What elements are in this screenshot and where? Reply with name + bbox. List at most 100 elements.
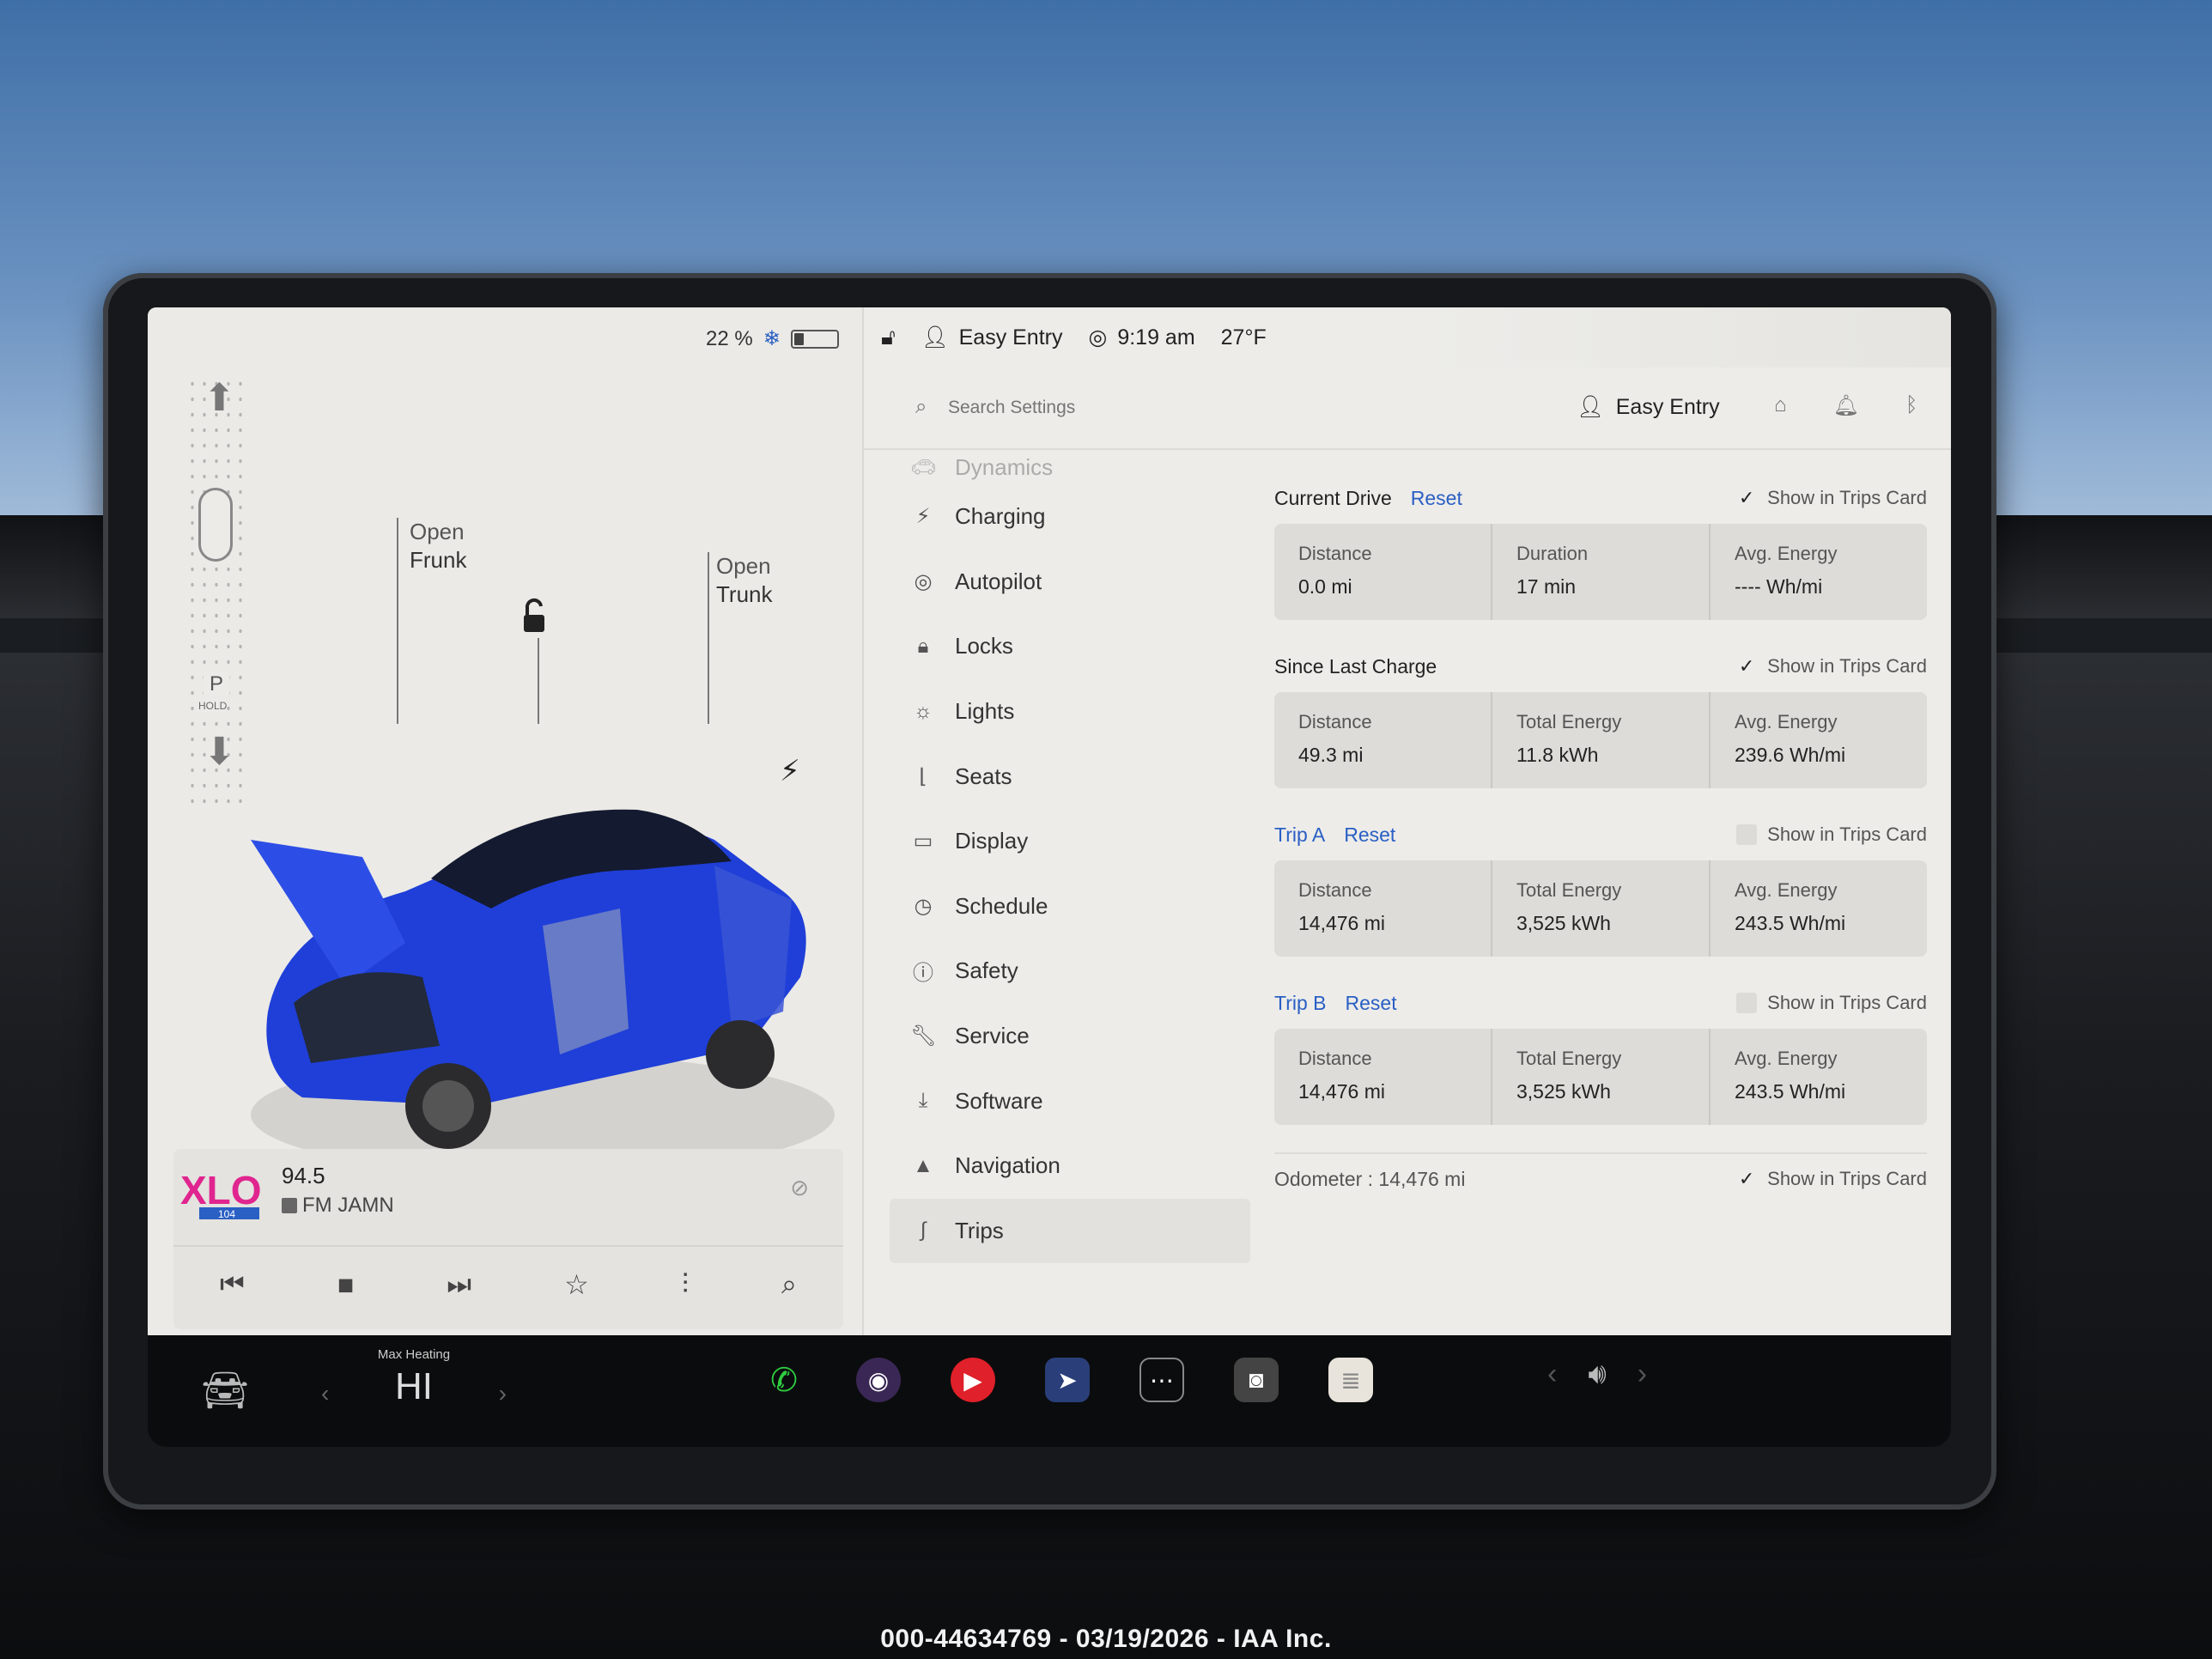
- menu-item-label: Charging: [955, 503, 1046, 530]
- seat-icon: ⌊: [919, 764, 927, 788]
- hold-label: HOLD: [198, 700, 228, 712]
- alert-icon: ⓘ: [913, 962, 933, 986]
- reset-button[interactable]: Reset: [1344, 823, 1395, 847]
- garage-icon[interactable]: ⌂: [1774, 393, 1787, 418]
- odometer-row: Odometer : 14,476 mi ✓ Show in Trips Card: [1274, 1152, 1927, 1204]
- dashcam-icon[interactable]: ◙: [1234, 1358, 1279, 1402]
- show-in-trips-card-toggle[interactable]: Show in Trips Card: [1736, 992, 1927, 1014]
- notes-icon[interactable]: ≣: [1328, 1358, 1373, 1402]
- navigation-app-icon[interactable]: ➤: [1045, 1358, 1090, 1402]
- search-settings-input[interactable]: [914, 388, 1343, 428]
- checkbox-icon[interactable]: [1736, 824, 1758, 845]
- show-in-trips-card-toggle[interactable]: ✓ Show in Trips Card: [1736, 1168, 1927, 1190]
- stat-cell: Avg. Energy 243.5 Wh/mi: [1711, 1029, 1927, 1125]
- climate-down-icon[interactable]: ‹: [321, 1380, 329, 1407]
- speaker-icon[interactable]: 🔊︎: [1588, 1358, 1606, 1391]
- open-frunk-button[interactable]: Open Frunk: [410, 518, 466, 574]
- section-title: Since Last Charge: [1274, 654, 1437, 678]
- climate-control[interactable]: Max Heating HI ‹ ›: [321, 1347, 507, 1408]
- menu-item-label: Service: [955, 1023, 1030, 1049]
- menu-item-trips[interactable]: ∫ Trips: [890, 1198, 1250, 1264]
- arrow-icon: ▲: [913, 1153, 933, 1177]
- stat-label: Duration: [1516, 543, 1589, 564]
- unlock-icon[interactable]: [517, 598, 551, 635]
- stat-label: Avg. Energy: [1735, 879, 1838, 901]
- checkbox-icon[interactable]: [1736, 993, 1758, 1013]
- battery-percent: 22 %: [706, 326, 753, 350]
- gear-up-arrow-icon[interactable]: ⬆: [204, 376, 235, 420]
- open-trunk-button[interactable]: Open Trunk: [716, 552, 773, 608]
- more-apps-icon[interactable]: ⋯: [1139, 1358, 1184, 1402]
- prev-icon[interactable]: ⏮: [220, 1268, 245, 1301]
- person-icon: 👤︎: [1577, 395, 1604, 419]
- stat-value: 0.0 mi: [1298, 575, 1352, 598]
- trip-stats-card: Distance 0.0 mi Duration 17 min Avg. Energy -…: [1274, 524, 1927, 620]
- unlock-status-icon[interactable]: 🔓︎: [881, 324, 896, 351]
- climate-up-icon[interactable]: ›: [499, 1380, 507, 1407]
- stat-value: 239.6 Wh/mi: [1735, 744, 1846, 766]
- menu-item-autopilot[interactable]: ◎ Autopilot: [890, 550, 1250, 615]
- reset-button[interactable]: Reset: [1346, 992, 1397, 1015]
- volume-up-icon[interactable]: ›: [1638, 1358, 1647, 1391]
- stat-label: Distance: [1298, 879, 1372, 901]
- next-icon[interactable]: ⏭: [447, 1268, 471, 1301]
- search-icon[interactable]: ⌕: [781, 1268, 797, 1301]
- car-panel: 22 % ❄ ⬆ P HOLD ⬇ Open Frunk Open Trunk …: [148, 307, 862, 1342]
- phone-icon[interactable]: ✆: [762, 1358, 806, 1402]
- menu-item-charging[interactable]: ⚡︎ Charging: [890, 484, 1250, 550]
- menu-item-schedule[interactable]: ◷ Schedule: [890, 874, 1250, 939]
- watermark: 000-44634769 - 03/19/2026 - IAA Inc.: [880, 1625, 1332, 1653]
- wrench-icon: 🔧︎: [910, 1024, 937, 1048]
- media-player-icon[interactable]: ▶: [951, 1358, 995, 1402]
- menu-item-locks[interactable]: 🔒︎ Locks: [890, 614, 1250, 679]
- bell-icon[interactable]: 🔔︎: [1833, 393, 1859, 418]
- menu-item-label: Autopilot: [955, 568, 1042, 594]
- menu-item-seats[interactable]: ⌊ Seats: [890, 744, 1250, 809]
- car-3d-model[interactable]: [234, 702, 852, 1200]
- show-in-trips-card-toggle[interactable]: ✓ Show in Trips Card: [1736, 487, 1927, 509]
- stat-label: Avg. Energy: [1735, 711, 1838, 732]
- bluetooth-icon[interactable]: ᛒ: [1905, 393, 1917, 418]
- menu-item-service[interactable]: 🔧︎ Service: [890, 1004, 1250, 1069]
- stat-cell: Total Energy 3,525 kWh: [1492, 1029, 1711, 1125]
- menu-item-safety[interactable]: ⓘ Safety: [890, 939, 1250, 1004]
- equalizer-icon[interactable]: ⫶: [682, 1268, 689, 1301]
- menu-item-label: Dynamics: [955, 453, 1054, 480]
- menu-item-label: Display: [955, 828, 1029, 854]
- volume-down-icon[interactable]: ‹: [1547, 1358, 1557, 1391]
- car-controls-icon[interactable]: 🚘︎: [201, 1368, 249, 1413]
- menu-item-label: Seats: [955, 763, 1012, 789]
- driver-profile-button[interactable]: 👤︎ Easy Entry: [1577, 395, 1720, 420]
- checkbox-icon[interactable]: ✓: [1736, 1168, 1757, 1189]
- trips-content: Current Drive Reset ✓ Show in Trips Card Dis…: [1274, 479, 1927, 1204]
- menu-item-software[interactable]: ⤓ Software: [890, 1068, 1250, 1133]
- show-in-trips-card-toggle[interactable]: ✓ Show in Trips Card: [1736, 655, 1927, 678]
- stat-value: 14,476 mi: [1298, 1080, 1386, 1103]
- profile-button[interactable]: 👤︎ Easy Entry: [921, 325, 1063, 350]
- stat-label: Total Energy: [1516, 879, 1622, 901]
- stat-value: 243.5 Wh/mi: [1735, 1080, 1846, 1103]
- volume-control: ‹ 🔊︎ ›: [1547, 1358, 1647, 1391]
- show-label: Show in Trips Card: [1767, 1168, 1927, 1189]
- menu-item-dynamics[interactable]: 🚗︎ Dynamics: [890, 450, 1250, 484]
- show-in-trips-card-toggle[interactable]: Show in Trips Card: [1736, 823, 1927, 846]
- gear-down-arrow-icon[interactable]: ⬇: [204, 730, 235, 774]
- checkbox-icon[interactable]: ✓: [1736, 487, 1757, 508]
- climate-temperature: HI: [395, 1365, 433, 1407]
- menu-item-display[interactable]: ▭ Display: [890, 809, 1250, 874]
- trips-icon: ∫: [920, 1218, 927, 1243]
- reset-button[interactable]: Reset: [1411, 487, 1462, 510]
- camera-lens-icon[interactable]: ◉: [856, 1358, 901, 1402]
- sun-icon: ☼: [914, 699, 933, 723]
- app-launcher: ✆ ◉ ▶ ➤ ⋯ ◙ ≣: [762, 1358, 1373, 1402]
- stat-value: 3,525 kWh: [1516, 1080, 1611, 1103]
- stat-cell: Total Energy 3,525 kWh: [1492, 860, 1711, 957]
- status-bar: 🔓︎ 👤︎ Easy Entry ◎ 9:19 am 27°F: [864, 307, 1951, 368]
- star-icon[interactable]: ☆: [564, 1268, 589, 1301]
- settings-panel: 🔓︎ 👤︎ Easy Entry ◎ 9:19 am 27°F ⌕ 👤︎ Eas…: [862, 307, 1951, 1342]
- menu-item-lights[interactable]: ☼ Lights: [890, 679, 1250, 744]
- menu-item-navigation[interactable]: ▲ Navigation: [890, 1133, 1250, 1199]
- stop-icon[interactable]: ■: [337, 1269, 354, 1301]
- mute-icon[interactable]: ⊘: [790, 1175, 809, 1201]
- checkbox-icon[interactable]: ✓: [1736, 655, 1757, 677]
